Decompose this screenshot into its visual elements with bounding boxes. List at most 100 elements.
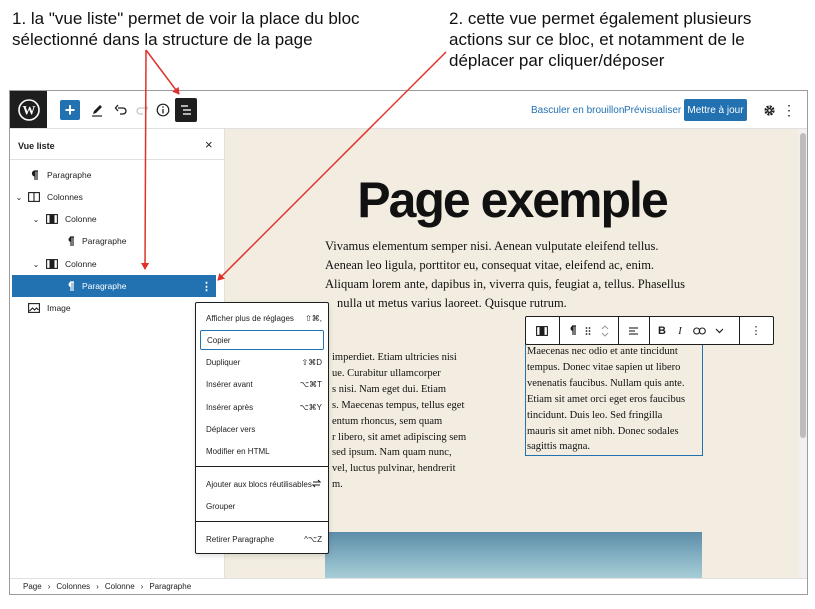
breadcrumb-item[interactable]: Colonnes <box>56 582 90 591</box>
move-up-down-icon[interactable] <box>598 317 612 344</box>
menu-divider <box>196 521 328 522</box>
divider <box>618 317 619 344</box>
annotation-line: sélectionné dans la structure de la page <box>12 30 313 49</box>
menu-item-group[interactable]: Grouper <box>200 496 324 516</box>
annotation-line: 1. la "vue liste" permet de voir la plac… <box>12 9 360 28</box>
info-icon[interactable] <box>155 100 171 120</box>
chevron-down-icon[interactable]: ⌄ <box>31 215 41 224</box>
list-item-image[interactable]: Image <box>12 297 216 319</box>
chevron-down-icon[interactable]: ⌄ <box>31 260 41 269</box>
text-line: sed ipsum. Nam quam nunc, <box>332 447 452 459</box>
paragraph-icon[interactable] <box>564 317 580 344</box>
breadcrumb-separator: › <box>96 582 99 591</box>
list-item-column[interactable]: ⌄ Colonne <box>12 253 216 275</box>
text-line: entum rhoncus, sem quam <box>332 415 443 427</box>
menu-item-shortcut: ^⌥Z <box>304 534 322 544</box>
breadcrumb-item[interactable]: Paragraphe <box>149 582 191 591</box>
menu-item-label: Retirer Paragraphe <box>206 534 275 544</box>
text-line: Vivamus elementum semper nisi. Aenean vu… <box>325 239 659 253</box>
annotation-block-actions: 2. cette vue permet également plusieurs … <box>449 8 751 71</box>
breadcrumb-item[interactable]: Colonne <box>105 582 135 591</box>
more-options-button[interactable]: ⋮ <box>782 100 796 120</box>
breadcrumb-item[interactable]: Page <box>23 582 42 591</box>
text-line: Etiam sit amet orci eget eros faucibus <box>527 393 686 405</box>
list-item-label: Paragraphe <box>47 170 92 180</box>
menu-item-label: Copier <box>207 335 231 345</box>
list-view-panel: Vue liste × Paragraphe ⌄ Colonnes ⌄ Colo… <box>10 129 225 578</box>
divider <box>739 317 740 344</box>
menu-item-show-more-settings[interactable]: Afficher plus de réglages ⇧⌘, <box>200 308 324 328</box>
menu-item-duplicate[interactable]: Dupliquer ⇧⌘D <box>200 352 324 372</box>
selected-paragraph-block[interactable]: Maecenas nec odio et ante tincidunt temp… <box>525 341 703 456</box>
image-icon <box>27 303 41 313</box>
image-block[interactable] <box>325 532 702 578</box>
add-block-button[interactable]: + <box>60 100 80 120</box>
list-item-columns[interactable]: ⌄ Colonnes <box>12 186 216 208</box>
left-column-paragraph[interactable]: imperdiet. Etiam ultricies nisi ue. Cura… <box>325 350 517 493</box>
menu-item-copy[interactable]: Copier <box>200 330 324 350</box>
breadcrumb-separator: › <box>140 582 144 591</box>
editor-toolbar: W + Basculer en brouillon Prévisualiser … <box>10 91 807 129</box>
align-icon[interactable] <box>624 317 642 344</box>
annotation-line: 2. cette vue permet également plusieurs <box>449 9 752 28</box>
list-item-paragraph[interactable]: Paragraphe <box>12 230 216 252</box>
list-item-label: Colonne <box>65 259 97 269</box>
text-line: s. Maecenas tempus, tellus eget <box>332 399 465 411</box>
text-line: tincidunt. Duis leo. Sed fringilla <box>527 409 663 421</box>
menu-item-insert-after[interactable]: Insérer après ⌥⌘Y <box>200 397 324 417</box>
menu-item-edit-html[interactable]: Modifier en HTML <box>200 441 324 461</box>
update-button[interactable]: Mettre à jour <box>684 99 747 121</box>
wordpress-logo-icon[interactable]: W <box>10 91 47 128</box>
menu-item-add-reusable[interactable]: Ajouter aux blocs réutilisables <box>200 474 324 494</box>
text-line: tempus. Donec vitae sapien ut libero <box>527 361 681 373</box>
text-line: Aenean leo ligula, porttitor eu, consequ… <box>325 258 655 272</box>
redo-icon[interactable] <box>134 100 150 120</box>
italic-button[interactable]: I <box>673 317 687 344</box>
paragraph-icon <box>63 235 77 247</box>
list-item-label: Image <box>47 303 71 313</box>
menu-item-insert-before[interactable]: Insérer avant ⌥⌘T <box>200 374 324 394</box>
gear-icon[interactable] <box>761 100 777 120</box>
menu-item-label: Insérer après <box>206 402 254 412</box>
reusable-icon <box>311 478 322 491</box>
bold-button[interactable]: B <box>654 317 670 344</box>
chevron-down-icon[interactable] <box>712 317 726 344</box>
block-options-button[interactable]: ⋮ <box>748 317 764 344</box>
block-context-menu: Afficher plus de réglages ⇧⌘, Copier Dup… <box>195 302 329 554</box>
page-title[interactable]: Page exemple <box>225 171 799 229</box>
divider <box>649 317 650 344</box>
text-line: venenatis faucibus. Nullam quis ante. <box>527 377 685 389</box>
scrollbar[interactable] <box>799 129 807 578</box>
list-item-paragraph[interactable]: Paragraphe <box>12 164 216 186</box>
list-item-label: Paragraphe <box>82 281 127 291</box>
list-item-paragraph-selected[interactable]: Paragraphe ⋮ <box>12 275 216 297</box>
link-icon[interactable] <box>690 317 708 344</box>
close-icon[interactable]: × <box>205 137 213 152</box>
menu-item-label: Modifier en HTML <box>206 446 270 456</box>
list-item-column[interactable]: ⌄ Colonne <box>12 208 216 230</box>
block-toolbar: B I ⋮ <box>525 316 774 345</box>
preview-link[interactable]: Prévisualiser <box>624 105 681 116</box>
column-icon[interactable] <box>529 317 555 344</box>
switch-to-draft-link[interactable]: Basculer en brouillon <box>531 105 624 116</box>
breadcrumb: Page › Colonnes › Colonne › Paragraphe <box>10 578 807 594</box>
drag-handle-icon[interactable] <box>582 317 594 344</box>
block-options-kebab-icon[interactable]: ⋮ <box>201 280 212 293</box>
menu-item-remove-paragraph[interactable]: Retirer Paragraphe ^⌥Z <box>200 529 324 549</box>
svg-text:W: W <box>22 102 35 117</box>
chevron-down-icon[interactable]: ⌄ <box>14 193 24 202</box>
arrow-to-list-view-button <box>145 49 180 95</box>
scrollbar-thumb[interactable] <box>800 133 806 438</box>
list-view-icon[interactable] <box>175 98 197 122</box>
text-line: m. <box>332 479 343 491</box>
annotation-line: déplacer par cliquer/déposer <box>449 51 665 70</box>
menu-item-label: Ajouter aux blocs réutilisables <box>206 479 312 489</box>
menu-item-shortcut: ⇧⌘, <box>305 313 322 323</box>
intro-paragraph[interactable]: Vivamus elementum semper nisi. Aenean vu… <box>325 237 703 313</box>
annotation-line: actions sur ce bloc, et notamment de le <box>449 30 745 49</box>
undo-icon[interactable] <box>113 100 129 120</box>
pencil-icon[interactable] <box>89 100 105 120</box>
column-icon <box>45 259 59 269</box>
menu-item-move-to[interactable]: Déplacer vers <box>200 419 324 439</box>
menu-item-shortcut: ⌥⌘Y <box>299 402 322 412</box>
